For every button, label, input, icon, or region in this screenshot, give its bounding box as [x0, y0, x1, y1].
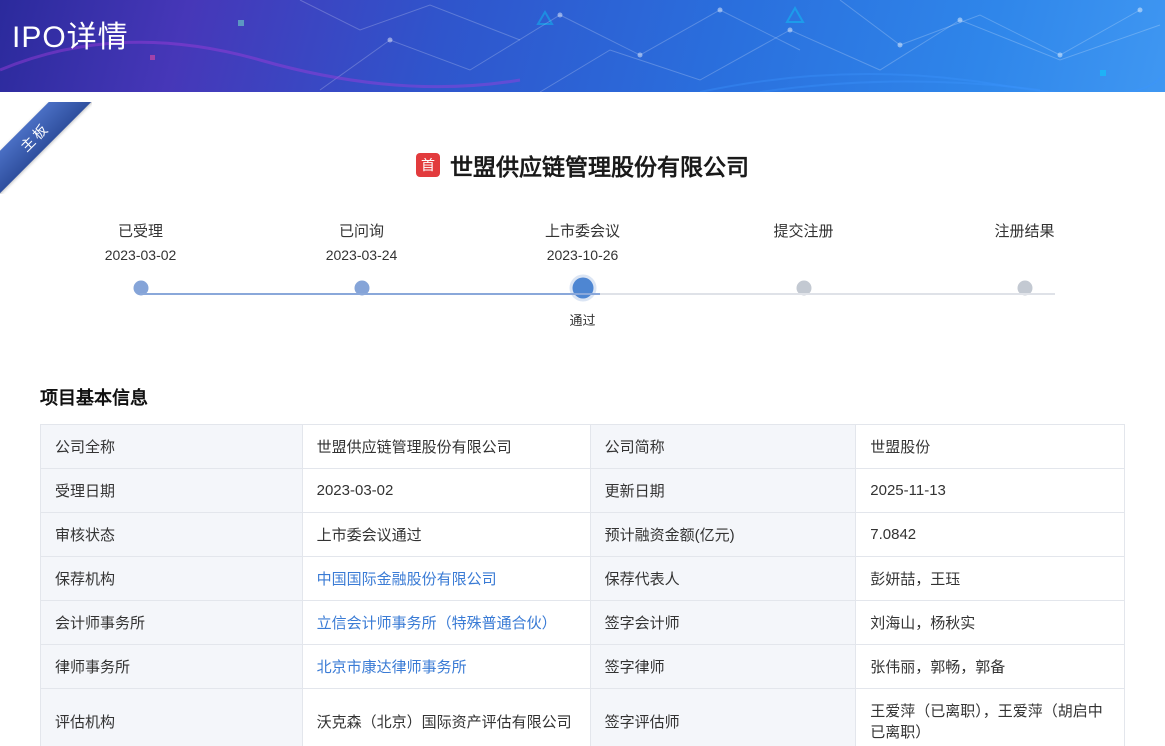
- content-card: 主板 首 世盟供应链管理股份有限公司 已受理 2023-03-02 已问询 20…: [0, 92, 1165, 746]
- row-label: 律师事务所: [41, 645, 303, 689]
- banner-network-decoration: [0, 0, 1165, 92]
- page-title: IPO详情: [12, 12, 129, 56]
- row-label: 保荐代表人: [590, 557, 856, 601]
- page-banner: IPO详情: [0, 0, 1165, 92]
- row-value: 张伟丽，郭畅，郭备: [856, 645, 1125, 689]
- step-result: [30, 310, 251, 326]
- row-value: 世盟股份: [856, 425, 1125, 469]
- row-label: 公司全称: [41, 425, 303, 469]
- row-label: 会计师事务所: [41, 601, 303, 645]
- row-label: 签字律师: [590, 645, 856, 689]
- step-label: 注册结果: [914, 220, 1135, 241]
- row-label: 更新日期: [590, 469, 856, 513]
- ipo-timeline: 已受理 2023-03-02 已问询 2023-03-24 上市委会议 2023…: [0, 220, 1165, 350]
- step-result: [693, 310, 914, 326]
- row-value: 王爱萍（已离职），王爱萍（胡启中已离职）: [856, 689, 1125, 746]
- step-result: 通过: [472, 310, 693, 329]
- timeline-step-result: 注册结果: [914, 220, 1135, 329]
- table-row: 保荐机构 中国国际金融股份有限公司 保荐代表人 彭妍喆，王珏: [41, 557, 1125, 601]
- table-row: 公司全称 世盟供应链管理股份有限公司 公司简称 世盟股份: [41, 425, 1125, 469]
- timeline-step-accepted: 已受理 2023-03-02: [30, 220, 251, 329]
- step-date: 2023-10-26: [472, 247, 693, 264]
- step-label: 提交注册: [693, 220, 914, 241]
- table-row: 律师事务所 北京市康达律师事务所 签字律师 张伟丽，郭畅，郭备: [41, 645, 1125, 689]
- accounting-firm-link[interactable]: 立信会计师事务所（特殊普通合伙）: [317, 615, 557, 632]
- step-date: [693, 247, 914, 264]
- row-value: 2025-11-13: [856, 469, 1125, 513]
- step-date: 2023-03-24: [251, 247, 472, 264]
- table-row: 会计师事务所 立信会计师事务所（特殊普通合伙） 签字会计师 刘海山，杨秋实: [41, 601, 1125, 645]
- row-label: 保荐机构: [41, 557, 303, 601]
- board-ribbon: 主板: [0, 102, 92, 194]
- timeline-step-committee: 上市委会议 2023-10-26 通过: [472, 220, 693, 329]
- timeline-step-registration: 提交注册: [693, 220, 914, 329]
- company-name: 世盟供应链管理股份有限公司: [450, 148, 749, 182]
- step-result: [914, 310, 1135, 326]
- timeline-line-pending: [600, 293, 1055, 295]
- row-value: 刘海山，杨秋实: [856, 601, 1125, 645]
- table-row: 受理日期 2023-03-02 更新日期 2025-11-13: [41, 469, 1125, 513]
- row-label: 预计融资金额(亿元): [590, 513, 856, 557]
- row-value: 沃克森（北京）国际资产评估有限公司: [302, 689, 590, 746]
- timeline-line-done: [140, 293, 600, 295]
- row-label: 审核状态: [41, 513, 303, 557]
- step-dot-current: [572, 278, 593, 299]
- table-row: 审核状态 上市委会议通过 预计融资金额(亿元) 7.0842: [41, 513, 1125, 557]
- row-label: 受理日期: [41, 469, 303, 513]
- section-title: 项目基本信息: [40, 384, 1165, 410]
- law-firm-link[interactable]: 北京市康达律师事务所: [317, 659, 467, 676]
- row-value: 2023-03-02: [302, 469, 590, 513]
- row-label: 评估机构: [41, 689, 303, 746]
- row-label: 签字会计师: [590, 601, 856, 645]
- step-label: 已受理: [30, 220, 251, 241]
- company-header: 首 世盟供应链管理股份有限公司: [0, 96, 1165, 182]
- row-label: 公司简称: [590, 425, 856, 469]
- project-info-table: 公司全称 世盟供应链管理股份有限公司 公司简称 世盟股份 受理日期 2023-0…: [40, 424, 1125, 746]
- row-value: 彭妍喆，王珏: [856, 557, 1125, 601]
- row-value: 上市委会议通过: [302, 513, 590, 557]
- board-ribbon-label: 主板: [0, 102, 92, 194]
- row-value: 世盟供应链管理股份有限公司: [302, 425, 590, 469]
- step-result: [251, 310, 472, 326]
- row-label: 签字评估师: [590, 689, 856, 746]
- sponsor-link[interactable]: 中国国际金融股份有限公司: [317, 571, 497, 588]
- step-date: 2023-03-02: [30, 247, 251, 264]
- row-value: 7.0842: [856, 513, 1125, 557]
- step-label: 上市委会议: [472, 220, 693, 241]
- step-label: 已问询: [251, 220, 472, 241]
- table-row: 评估机构 沃克森（北京）国际资产评估有限公司 签字评估师 王爱萍（已离职），王爱…: [41, 689, 1125, 746]
- first-badge-icon: 首: [416, 153, 440, 177]
- timeline-step-inquired: 已问询 2023-03-24: [251, 220, 472, 329]
- step-date: [914, 247, 1135, 264]
